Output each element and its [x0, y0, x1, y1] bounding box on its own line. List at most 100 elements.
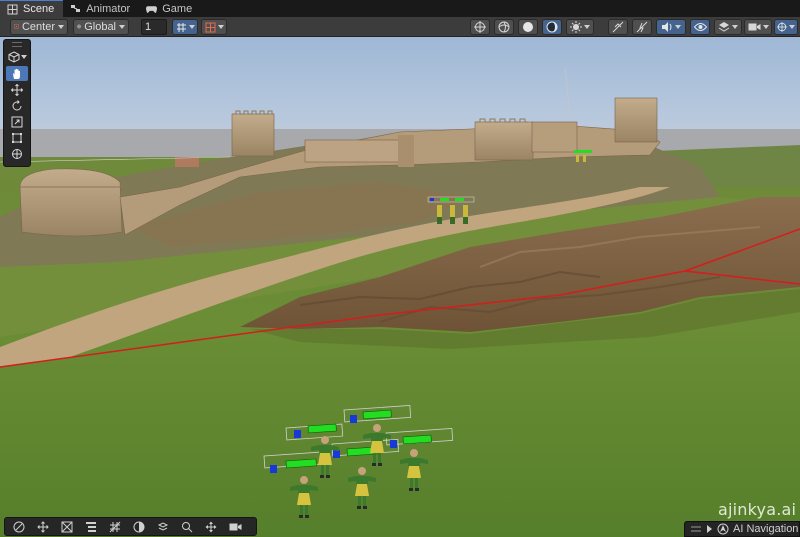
2d-toggle-button[interactable] [608, 19, 628, 35]
gizmos-icon [777, 22, 787, 32]
chevron-down-icon [20, 55, 27, 59]
grid-snap-toggle[interactable] [172, 19, 198, 35]
hierarchy-icon [86, 521, 96, 532]
effects-icon [570, 21, 582, 33]
tab-game[interactable]: Game [139, 0, 201, 17]
lighting-icon [133, 521, 145, 532]
shading-wireframe-icon [498, 21, 510, 33]
shading-lit-icon [546, 21, 558, 33]
hierarchy-button[interactable] [81, 519, 101, 534]
drag-handle[interactable] [12, 42, 22, 47]
scale-tool-button[interactable] [6, 114, 28, 129]
draw-mode-icon [474, 21, 486, 33]
camera-icon [748, 23, 760, 31]
lighting-toggle-icon [636, 21, 648, 33]
effects-dropdown[interactable] [566, 19, 594, 35]
move-tool-button[interactable] [6, 82, 28, 97]
scene-render [0, 37, 800, 537]
search-icon [182, 521, 193, 532]
hand-tool-button[interactable] [6, 66, 28, 81]
gizmos-dropdown[interactable] [774, 19, 798, 35]
shading-solid-icon [523, 22, 533, 32]
camera-dropdown[interactable] [744, 19, 772, 35]
tab-animator-label: Animator [86, 2, 131, 15]
space-dropdown[interactable]: Global [73, 18, 129, 35]
chevron-down-icon [119, 24, 125, 29]
scene-viewport[interactable] [0, 37, 800, 537]
tab-bar: Scene Animator Game [0, 0, 800, 17]
navmesh-button[interactable] [9, 519, 29, 534]
chevron-down-icon [217, 25, 224, 29]
move-tool-icon [11, 83, 23, 96]
cube-layers-button[interactable] [153, 519, 173, 534]
camera-icon [229, 523, 241, 530]
constraint-button[interactable] [57, 519, 77, 534]
grid-snap-icon [176, 22, 186, 32]
chevron-down-icon [789, 25, 795, 29]
cube-layers-icon [157, 521, 169, 531]
grid-icon [109, 521, 121, 532]
increment-snap-toggle[interactable] [201, 19, 227, 35]
tab-animator[interactable]: Animator [63, 0, 139, 17]
constraint-icon [61, 521, 73, 532]
audio-toggle-button[interactable] [656, 19, 686, 35]
chevron-down-icon [675, 25, 681, 29]
tab-scene-label: Scene [23, 3, 55, 15]
move-arrows-icon [205, 521, 217, 532]
animator-icon [70, 3, 81, 14]
tab-scene[interactable]: Scene [0, 0, 64, 17]
grid-snap-input[interactable]: 1 [141, 19, 167, 35]
shading-lit-button[interactable] [542, 19, 562, 35]
layers-icon [718, 22, 730, 32]
globe-icon [77, 24, 82, 29]
grid-button[interactable] [105, 519, 125, 534]
transform-tool-icon [12, 148, 22, 159]
rotate-tool-icon [12, 99, 22, 110]
shading-solid-button[interactable] [518, 19, 538, 35]
visibility-icon [693, 23, 707, 31]
navmesh-icon [13, 521, 25, 532]
cube-icon [8, 51, 19, 63]
pivot-dropdown[interactable]: Center [10, 18, 68, 35]
tab-game-label: Game [162, 2, 193, 15]
gamepad-icon [146, 3, 158, 14]
scene-toolbar: Center Global 1 [0, 17, 800, 37]
watermark: ajinkya.ai [718, 500, 797, 519]
ai-navigation-label: AI Navigation [733, 523, 799, 535]
overlay-toolbar-bottom [4, 517, 257, 536]
space-label: Global [84, 20, 116, 33]
transform-tool-button[interactable] [6, 146, 28, 161]
draw-mode-button[interactable] [470, 19, 490, 35]
chevron-down-icon [762, 25, 769, 29]
scale-tool-icon [11, 116, 23, 127]
pivot-label: Center [21, 20, 55, 33]
move-icon [37, 520, 49, 533]
shading-wireframe-button[interactable] [494, 19, 514, 35]
move-arrows-button[interactable] [201, 519, 221, 534]
pivot-center-icon [14, 24, 19, 29]
lighting-toggle-button[interactable] [632, 19, 652, 35]
expand-arrow-icon[interactable] [706, 525, 713, 533]
scene-grid-icon [7, 4, 18, 15]
rect-tool-button[interactable] [6, 130, 28, 145]
tools-overlay [3, 39, 31, 167]
rect-tool-icon [12, 132, 22, 143]
lighting-button[interactable] [129, 519, 149, 534]
chevron-down-icon [584, 25, 590, 29]
audio-toggle-icon [662, 22, 672, 32]
search-button[interactable] [177, 519, 197, 534]
2d-toggle-icon [612, 21, 624, 33]
chevron-down-icon [58, 24, 64, 29]
navigation-icon [717, 523, 729, 535]
move-button[interactable] [33, 519, 53, 534]
drag-handle-icon [691, 526, 701, 532]
rotate-tool-button[interactable] [6, 98, 28, 113]
visibility-button[interactable] [690, 19, 710, 35]
ai-navigation-overlay[interactable]: AI Navigation [684, 521, 800, 537]
chevron-down-icon [188, 25, 195, 29]
camera-button[interactable] [225, 519, 245, 534]
chevron-down-icon [732, 25, 738, 29]
view-options-dropdown[interactable] [4, 49, 30, 65]
increment-snap-icon [205, 22, 215, 32]
layers-dropdown[interactable] [714, 19, 742, 35]
